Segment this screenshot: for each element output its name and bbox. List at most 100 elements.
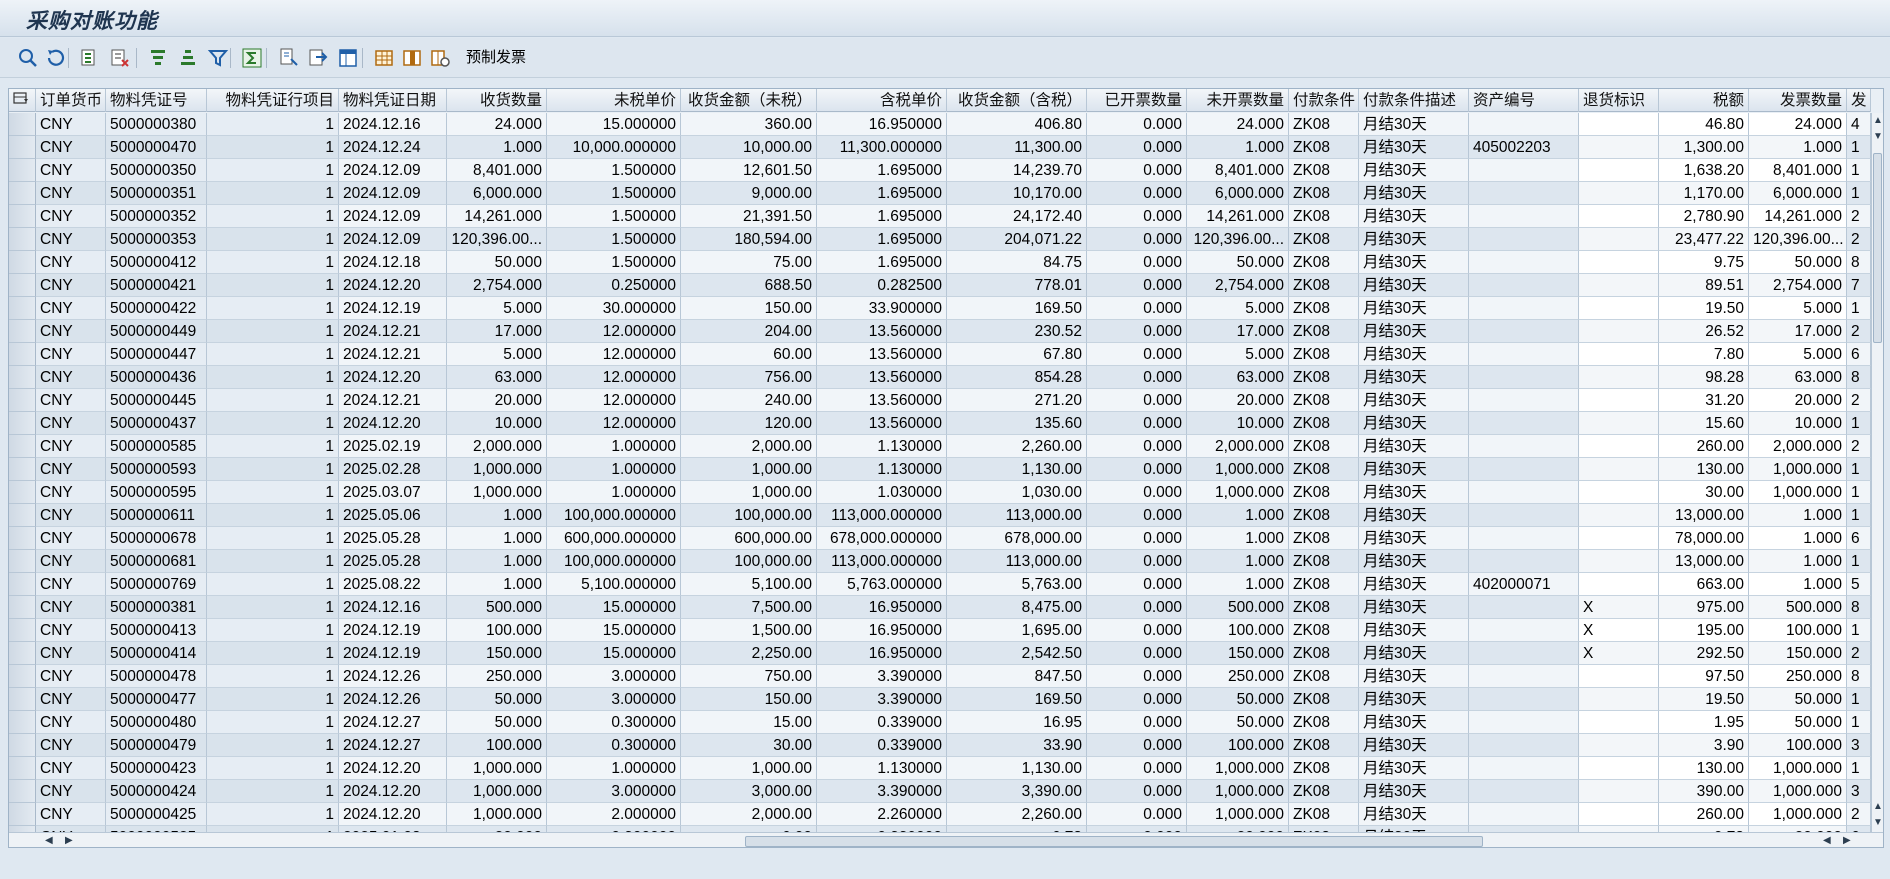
column-header[interactable]: 退货标识 bbox=[1579, 89, 1659, 112]
table-row[interactable]: CNY 5000000449 1 2024.12.21 17.000 12.000000 2… bbox=[9, 320, 1871, 343]
table-cell: 2024.12.09 bbox=[339, 205, 447, 228]
horizontal-scroll-thumb[interactable] bbox=[745, 836, 1483, 847]
details-icon[interactable] bbox=[16, 46, 40, 70]
table-row[interactable]: CNY 5000000478 1 2024.12.26 250.000 3.000000 7… bbox=[9, 665, 1871, 688]
refresh-icon[interactable] bbox=[44, 46, 68, 70]
table-row[interactable]: CNY 5000000678 1 2025.05.28 1.000 600,000.000… bbox=[9, 527, 1871, 550]
column-header[interactable]: 税额 bbox=[1659, 89, 1749, 112]
column-header[interactable]: 订单货币 bbox=[36, 89, 106, 112]
table-row[interactable]: CNY 5000000595 1 2025.03.07 1,000.000 1.00000… bbox=[9, 481, 1871, 504]
table-cell: CNY bbox=[36, 366, 106, 389]
table-row[interactable]: CNY 5000000351 1 2024.12.09 6,000.000 1.50000… bbox=[9, 182, 1871, 205]
column-header[interactable]: 已开票数量 bbox=[1087, 89, 1187, 112]
table-cell: 1.000 bbox=[447, 527, 547, 550]
vertical-scroll-thumb[interactable] bbox=[1873, 153, 1882, 343]
sort-descending-icon[interactable] bbox=[176, 46, 200, 70]
print-icon[interactable] bbox=[276, 46, 300, 70]
table-row[interactable]: CNY 5000000436 1 2024.12.20 63.000 12.000000 7… bbox=[9, 366, 1871, 389]
table-cell: ZK08 bbox=[1289, 274, 1359, 297]
column-header[interactable]: 发票数量 bbox=[1749, 89, 1847, 112]
table-cell: CNY bbox=[36, 343, 106, 366]
table-row[interactable]: CNY 5000000593 1 2025.02.28 1,000.000 1.00000… bbox=[9, 458, 1871, 481]
table-cell: 3.390000 bbox=[817, 780, 947, 803]
column-header[interactable]: 收货数量 bbox=[447, 89, 547, 112]
column-header[interactable]: 发 bbox=[1847, 89, 1871, 112]
scroll-left-icon[interactable]: ◀ bbox=[45, 835, 53, 847]
sort-ascending-icon[interactable] bbox=[146, 46, 170, 70]
table-cell: 2 bbox=[1847, 389, 1871, 412]
table-row[interactable]: CNY 5000000447 1 2024.12.21 5.000 12.000000 60… bbox=[9, 343, 1871, 366]
column-select-icon[interactable] bbox=[400, 46, 424, 70]
vertical-scrollbar[interactable]: ▲ ▼ ▲ ▼ bbox=[1871, 113, 1883, 832]
table-cell: 月结30天 bbox=[1359, 458, 1469, 481]
column-header[interactable]: 物料凭证行项目 bbox=[207, 89, 339, 112]
scroll-up-icon[interactable]: ▲ bbox=[1873, 115, 1883, 127]
table-cell: 13.560000 bbox=[817, 412, 947, 435]
column-config-icon[interactable] bbox=[428, 46, 452, 70]
column-header[interactable]: 付款条件描述 bbox=[1359, 89, 1469, 112]
table-row[interactable]: CNY 5000000445 1 2024.12.21 20.000 12.000000 2… bbox=[9, 389, 1871, 412]
scroll-right-end-icon[interactable]: ▶ bbox=[1843, 835, 1851, 847]
table-row[interactable]: CNY 5000000412 1 2024.12.18 50.000 1.500000 75… bbox=[9, 251, 1871, 274]
table-row[interactable]: CNY 5000000479 1 2024.12.27 100.000 0.300000 3… bbox=[9, 734, 1871, 757]
scroll-up-bottom-icon[interactable]: ▲ bbox=[1873, 801, 1883, 813]
scroll-left-end-icon[interactable]: ◀ bbox=[1823, 835, 1831, 847]
table-row[interactable]: CNY 5000000437 1 2024.12.20 10.000 12.000000 1… bbox=[9, 412, 1871, 435]
table-row[interactable]: CNY 5000000352 1 2024.12.09 14,261.000 1.5000… bbox=[9, 205, 1871, 228]
column-header[interactable]: 资产编号 bbox=[1469, 89, 1579, 112]
table-row[interactable]: CNY 5000000381 1 2024.12.16 500.000 15.000000… bbox=[9, 596, 1871, 619]
table-row[interactable]: CNY 5000000480 1 2024.12.27 50.000 0.300000 15… bbox=[9, 711, 1871, 734]
table-row[interactable]: CNY 5000000470 1 2024.12.24 1.000 10,000.0000… bbox=[9, 136, 1871, 159]
table-row[interactable]: CNY 5000000422 1 2024.12.19 5.000 30.000000 15… bbox=[9, 297, 1871, 320]
table-cell: 月结30天 bbox=[1359, 251, 1469, 274]
table-cell: 250.000 bbox=[1187, 665, 1289, 688]
column-header[interactable]: 收货金额（含税） bbox=[947, 89, 1087, 112]
table-row[interactable]: CNY 5000000425 1 2024.12.20 1,000.000 2.00000… bbox=[9, 803, 1871, 826]
table-row[interactable]: CNY 5000000413 1 2024.12.19 100.000 15.000000… bbox=[9, 619, 1871, 642]
table-cell: 0.000 bbox=[1087, 458, 1187, 481]
table-row[interactable]: CNY 5000000611 1 2025.05.06 1.000 100,000.000… bbox=[9, 504, 1871, 527]
column-header[interactable]: 收货金额（未税） bbox=[681, 89, 817, 112]
table-cell: 月结30天 bbox=[1359, 136, 1469, 159]
scroll-down-icon[interactable]: ▼ bbox=[1873, 131, 1883, 143]
scroll-right-icon[interactable]: ▶ bbox=[65, 835, 73, 847]
export-icon[interactable] bbox=[306, 46, 330, 70]
table-cell: 10.000 bbox=[1187, 412, 1289, 435]
table-cell bbox=[1469, 412, 1579, 435]
table-row[interactable]: CNY 5000000380 1 2024.12.16 24.000 15.000000 3… bbox=[9, 113, 1871, 136]
table-row[interactable]: CNY 5000000353 1 2024.12.09 120,396.00... 1.5… bbox=[9, 228, 1871, 251]
table-cell bbox=[1579, 711, 1659, 734]
column-header[interactable]: 物料凭证号 bbox=[106, 89, 207, 112]
column-header[interactable]: 未开票数量 bbox=[1187, 89, 1289, 112]
table-cell bbox=[1469, 435, 1579, 458]
table-row[interactable]: CNY 5000000423 1 2024.12.20 1,000.000 1.00000… bbox=[9, 757, 1871, 780]
table-row[interactable]: CNY 5000000681 1 2025.05.28 1.000 100,000.000… bbox=[9, 550, 1871, 573]
select-all-icon[interactable] bbox=[78, 46, 102, 70]
sum-icon[interactable] bbox=[240, 46, 264, 70]
column-header[interactable]: 含税单价 bbox=[817, 89, 947, 112]
create-invoice-button[interactable]: 预制发票 bbox=[462, 46, 530, 70]
column-header[interactable]: 未税单价 bbox=[547, 89, 681, 112]
column-header[interactable]: 付款条件 bbox=[1289, 89, 1359, 112]
filter-icon[interactable] bbox=[206, 46, 230, 70]
layout-icon[interactable] bbox=[336, 46, 360, 70]
table-cell: 5,763.000000 bbox=[817, 573, 947, 596]
table-cell: 1,000.000 bbox=[1749, 780, 1847, 803]
column-header[interactable]: 物料凭证日期 bbox=[339, 89, 447, 112]
table-row[interactable]: CNY 5000000414 1 2024.12.19 150.000 15.000000… bbox=[9, 642, 1871, 665]
table-row[interactable]: CNY 5000000421 1 2024.12.20 2,754.000 0.25000… bbox=[9, 274, 1871, 297]
table-row[interactable]: CNY 5000000350 1 2024.12.09 8,401.000 1.50000… bbox=[9, 159, 1871, 182]
scroll-down-bottom-icon[interactable]: ▼ bbox=[1873, 817, 1883, 829]
grid-icon[interactable] bbox=[372, 46, 396, 70]
table-cell: 月结30天 bbox=[1359, 619, 1469, 642]
horizontal-scrollbar[interactable]: ◀ ▶ ◀ ▶ bbox=[9, 832, 1883, 847]
table-row[interactable]: CNY 5000000769 1 2025.08.22 1.000 5,100.00000… bbox=[9, 573, 1871, 596]
table-row[interactable]: CNY 5000000585 1 2025.02.19 2,000.000 1.00000… bbox=[9, 435, 1871, 458]
table-row[interactable]: CNY 5000000477 1 2024.12.26 50.000 3.000000 15… bbox=[9, 688, 1871, 711]
table-cell: 0.000 bbox=[1087, 343, 1187, 366]
table-cell: 月结30天 bbox=[1359, 412, 1469, 435]
column-settings-icon[interactable] bbox=[9, 89, 36, 112]
table-cell: 5.000 bbox=[1187, 343, 1289, 366]
table-row[interactable]: CNY 5000000424 1 2024.12.20 1,000.000 3.00000… bbox=[9, 780, 1871, 803]
deselect-all-icon[interactable] bbox=[108, 46, 132, 70]
